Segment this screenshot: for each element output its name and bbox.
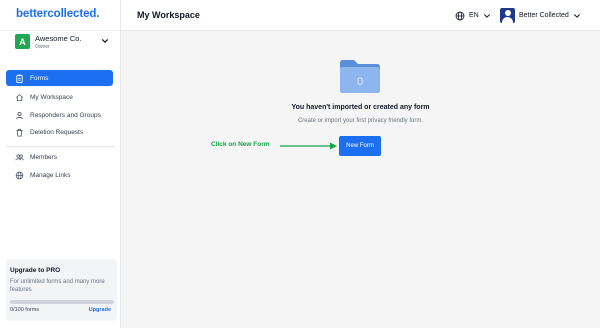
users-icon — [15, 154, 24, 160]
folder-count: 0 — [357, 76, 363, 88]
app-logo[interactable]: bettercollected. — [16, 8, 100, 20]
sidebar-item-manage-links[interactable]: Manage Links — [6, 167, 113, 183]
language-label: EN — [469, 12, 479, 19]
arrow-right-icon — [280, 142, 337, 150]
page-title: My Workspace — [137, 10, 200, 20]
sidebar-item-members[interactable]: Members — [6, 149, 113, 165]
workspace-role: Owner — [35, 44, 50, 50]
folder-icon: 0 — [340, 60, 380, 93]
new-form-button[interactable]: New Form — [339, 136, 381, 156]
empty-state-subtitle: Create or import your first privacy frie… — [297, 118, 424, 124]
forms-usage-count: 0/100 forms — [10, 307, 40, 313]
workspace-name: Awesome Co. — [35, 34, 82, 43]
workspace-switcher[interactable]: A Awesome Co. Owner — [15, 33, 111, 53]
sidebar-item-forms[interactable]: Forms — [6, 70, 113, 86]
sidebar-item-label: My Workspace — [30, 93, 73, 101]
language-selector[interactable]: EN — [455, 9, 496, 22]
upgrade-description: For unlimited forms and many more featur… — [10, 279, 105, 293]
top-header: My Workspace EN Better Collected — [121, 0, 600, 31]
chevron-down-icon[interactable] — [101, 37, 109, 45]
sidebar-item-my-workspace[interactable]: My Workspace — [6, 89, 113, 105]
clipboard-icon — [16, 74, 23, 83]
sidebar-item-label: Manage Links — [30, 171, 71, 179]
chevron-down-icon — [573, 13, 580, 18]
empty-state-title: You haven't imported or created any form — [291, 104, 430, 111]
sidebar-item-responders-and-groups[interactable]: Responders and Groups — [6, 107, 113, 123]
globe-icon — [15, 171, 24, 179]
trash-icon — [16, 128, 23, 137]
globe-icon — [455, 11, 465, 20]
sidebar-item-label: Forms — [30, 74, 49, 82]
sidebar-item-label: Members — [30, 153, 58, 161]
user-menu[interactable]: Better Collected — [500, 7, 582, 24]
sidebar: bettercollected. A Awesome Co. Owner For… — [0, 0, 121, 328]
chevron-down-icon — [483, 13, 490, 18]
upgrade-card: Upgrade to PRO For unlimited forms and m… — [6, 259, 117, 321]
upgrade-link[interactable]: Upgrade — [89, 307, 111, 313]
user-name: Better Collected — [519, 12, 569, 19]
forms-usage-bar — [10, 300, 114, 304]
user-icon — [16, 111, 23, 119]
divider — [6, 146, 115, 147]
sidebar-item-deletion-requests[interactable]: Deletion Requests — [6, 124, 113, 140]
avatar — [500, 8, 515, 23]
annotation-label: Click on New Form — [211, 141, 270, 148]
divider — [0, 30, 121, 31]
sidebar-item-label: Responders and Groups — [30, 111, 101, 119]
upgrade-title: Upgrade to PRO — [10, 267, 61, 274]
sidebar-item-label: Deletion Requests — [30, 128, 84, 136]
home-icon — [16, 93, 23, 101]
workspace-avatar: A — [15, 34, 30, 49]
